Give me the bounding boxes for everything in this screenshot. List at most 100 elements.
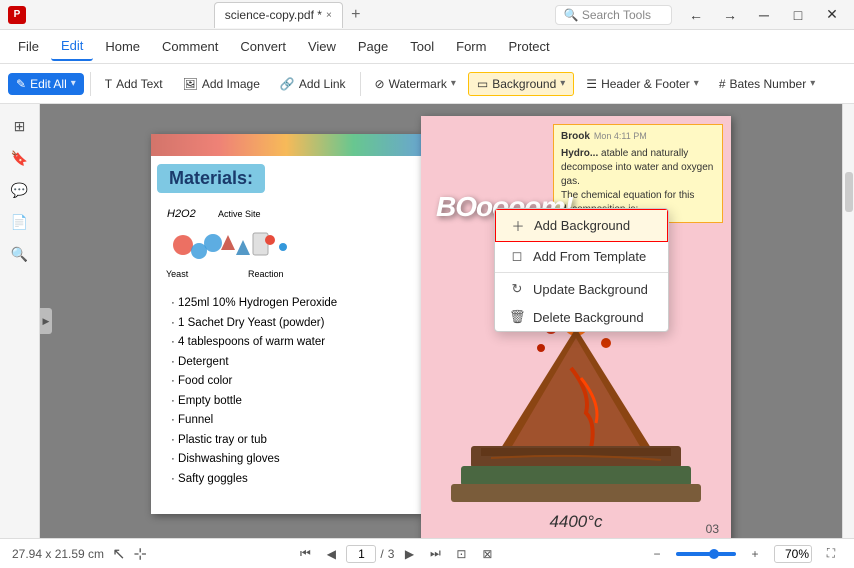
active-tab[interactable]: science-copy.pdf * ×: [214, 2, 343, 28]
cursor-icon: ↖: [112, 544, 125, 564]
page-dimensions: 27.94 x 21.59 cm: [12, 547, 104, 561]
sidebar-comments-btn[interactable]: 💬: [6, 176, 34, 204]
page-top-banner: [151, 134, 421, 156]
note-text: Hydro... atable and naturally decompose …: [561, 147, 715, 217]
note-header: Brook Mon 4:11 PM: [561, 130, 715, 144]
background-btn[interactable]: ▭ Background ▾: [468, 72, 574, 96]
maximize-btn[interactable]: □: [784, 1, 812, 29]
zoom-in-btn[interactable]: +: [744, 543, 766, 565]
material-item-4: Detergent: [171, 353, 401, 373]
background-icon: ▭: [477, 77, 488, 91]
fit-width-btn[interactable]: ⊠: [476, 543, 498, 565]
watermark-icon: ⊘: [375, 77, 385, 91]
tab-close-btn[interactable]: ×: [326, 10, 332, 21]
sidebar-expand-btn[interactable]: ▶: [40, 308, 52, 334]
dropdown-separator: [495, 272, 668, 273]
materials-list: 125ml 10% Hydrogen Peroxide 1 Sachet Dry…: [171, 294, 401, 489]
menu-edit[interactable]: Edit: [51, 33, 93, 61]
close-btn[interactable]: ✕: [818, 1, 846, 29]
zoom-out-btn[interactable]: −: [646, 543, 668, 565]
edit-all-btn[interactable]: ✎ Edit All ▾: [8, 73, 84, 95]
text-icon: T: [105, 77, 112, 91]
menu-view[interactable]: View: [298, 33, 346, 61]
search-tools-placeholder: 🔍 Search Tools: [555, 5, 672, 25]
material-item-3: 4 tablespoons of warm water: [171, 333, 401, 353]
navigate-forward-btn[interactable]: →: [716, 1, 744, 29]
menu-convert[interactable]: Convert: [230, 33, 296, 61]
right-sidebar-scroll-indicator[interactable]: [845, 172, 853, 212]
delete-background-item[interactable]: 🗑 Delete Background: [495, 303, 668, 331]
background-dropdown-menu: ＋ Add Background ◻ Add From Template ↻ U…: [494, 208, 669, 332]
material-item-10: Safty goggles: [171, 470, 401, 490]
add-link-btn[interactable]: 🔗 Add Link: [272, 73, 354, 95]
last-page-btn[interactable]: ⏭: [424, 543, 446, 565]
header-footer-btn[interactable]: ☰ Header & Footer ▾: [578, 73, 707, 95]
sidebar-bookmarks-btn[interactable]: 🔖: [6, 144, 34, 172]
menu-home[interactable]: Home: [95, 33, 150, 61]
fullscreen-btn[interactable]: ⛶: [820, 543, 842, 565]
menu-file[interactable]: File: [8, 33, 49, 61]
svg-text:H2O2: H2O2: [167, 208, 196, 220]
fit-page-btn[interactable]: ⊡: [450, 543, 472, 565]
material-item-7: Funnel: [171, 411, 401, 431]
material-item-1: 125ml 10% Hydrogen Peroxide: [171, 294, 401, 314]
header-footer-dropdown-arrow: ▾: [694, 78, 699, 89]
note-author: Brook: [561, 130, 590, 144]
add-text-btn[interactable]: T Add Text: [97, 73, 171, 95]
sidebar-thumbnails-btn[interactable]: ⊞: [6, 112, 34, 140]
title-bar-right: 🔍 Search Tools ← → ─ □ ✕: [555, 1, 846, 29]
menu-page[interactable]: Page: [348, 33, 398, 61]
left-sidebar: ⊞ 🔖 💬 📄 🔍 ▶: [0, 104, 40, 538]
zoom-percent-input[interactable]: [774, 545, 812, 563]
bates-number-btn[interactable]: # Bates Number ▾: [711, 73, 823, 95]
link-icon: 🔗: [280, 77, 295, 91]
add-from-template-item[interactable]: ◻ Add From Template: [495, 242, 668, 270]
new-tab-btn[interactable]: +: [345, 4, 367, 26]
total-pages: 3: [388, 547, 395, 561]
status-bar: 27.94 x 21.59 cm ↖ ⊹ ⏮ ◀ / 3 ▶ ⏭ ⊡ ⊠ − +…: [0, 538, 854, 568]
add-image-btn[interactable]: 🖼 Add Image: [175, 73, 268, 95]
status-center: ⏮ ◀ / 3 ▶ ⏭ ⊡ ⊠: [294, 543, 498, 565]
app-icon: P: [8, 6, 26, 24]
diagram-svg: H2O2 Active Site Yea: [163, 205, 293, 285]
update-background-icon: ↻: [509, 281, 525, 297]
navigate-back-btn[interactable]: ←: [682, 1, 710, 29]
menu-bar: File Edit Home Comment Convert View Page…: [0, 30, 854, 64]
pdf-area: Materials: H2O2 Active Site: [40, 104, 842, 538]
tab-filename: science-copy.pdf *: [225, 8, 322, 22]
add-background-icon: ＋: [510, 216, 526, 235]
menu-protect[interactable]: Protect: [498, 33, 559, 61]
menu-comment[interactable]: Comment: [152, 33, 228, 61]
background-dropdown-overlay: ＋ Add Background ◻ Add From Template ↻ U…: [494, 208, 669, 332]
first-page-btn[interactable]: ⏮: [294, 543, 316, 565]
page-separator: /: [380, 547, 383, 561]
toolbar-divider-2: [360, 72, 361, 96]
svg-text:Active Site: Active Site: [218, 209, 261, 219]
watermark-btn[interactable]: ⊘ Watermark ▾: [367, 73, 464, 95]
title-bar-tabs: science-copy.pdf * × +: [214, 2, 367, 28]
toolbar-divider-1: [90, 72, 91, 96]
update-background-item[interactable]: ↻ Update Background: [495, 275, 668, 303]
current-page-input[interactable]: [346, 545, 376, 563]
material-item-2: 1 Sachet Dry Yeast (powder): [171, 314, 401, 334]
status-left: 27.94 x 21.59 cm ↖ ⊹: [12, 544, 147, 564]
right-sidebar: [842, 104, 854, 538]
zoom-slider[interactable]: [676, 552, 736, 556]
header-footer-icon: ☰: [586, 77, 597, 91]
menu-tool[interactable]: Tool: [400, 33, 444, 61]
add-background-item[interactable]: ＋ Add Background: [495, 209, 668, 242]
prev-page-btn[interactable]: ◀: [320, 543, 342, 565]
zoom-thumb[interactable]: [709, 549, 719, 559]
watermark-dropdown-arrow: ▾: [451, 78, 456, 89]
sidebar-search-btn[interactable]: 🔍: [6, 240, 34, 268]
menu-form[interactable]: Form: [446, 33, 496, 61]
pdf-page-left: Materials: H2O2 Active Site: [151, 134, 421, 514]
next-page-btn[interactable]: ▶: [398, 543, 420, 565]
page-left-body: Materials: H2O2 Active Site: [151, 156, 421, 489]
minimize-btn[interactable]: ─: [750, 1, 778, 29]
material-item-8: Plastic tray or tub: [171, 431, 401, 451]
add-template-icon: ◻: [509, 248, 525, 264]
temperature-text: 4400°c: [549, 512, 602, 532]
main-content: ⊞ 🔖 💬 📄 🔍 ▶ Materials: H2O2 Acti: [0, 104, 854, 538]
sidebar-pages-btn[interactable]: 📄: [6, 208, 34, 236]
